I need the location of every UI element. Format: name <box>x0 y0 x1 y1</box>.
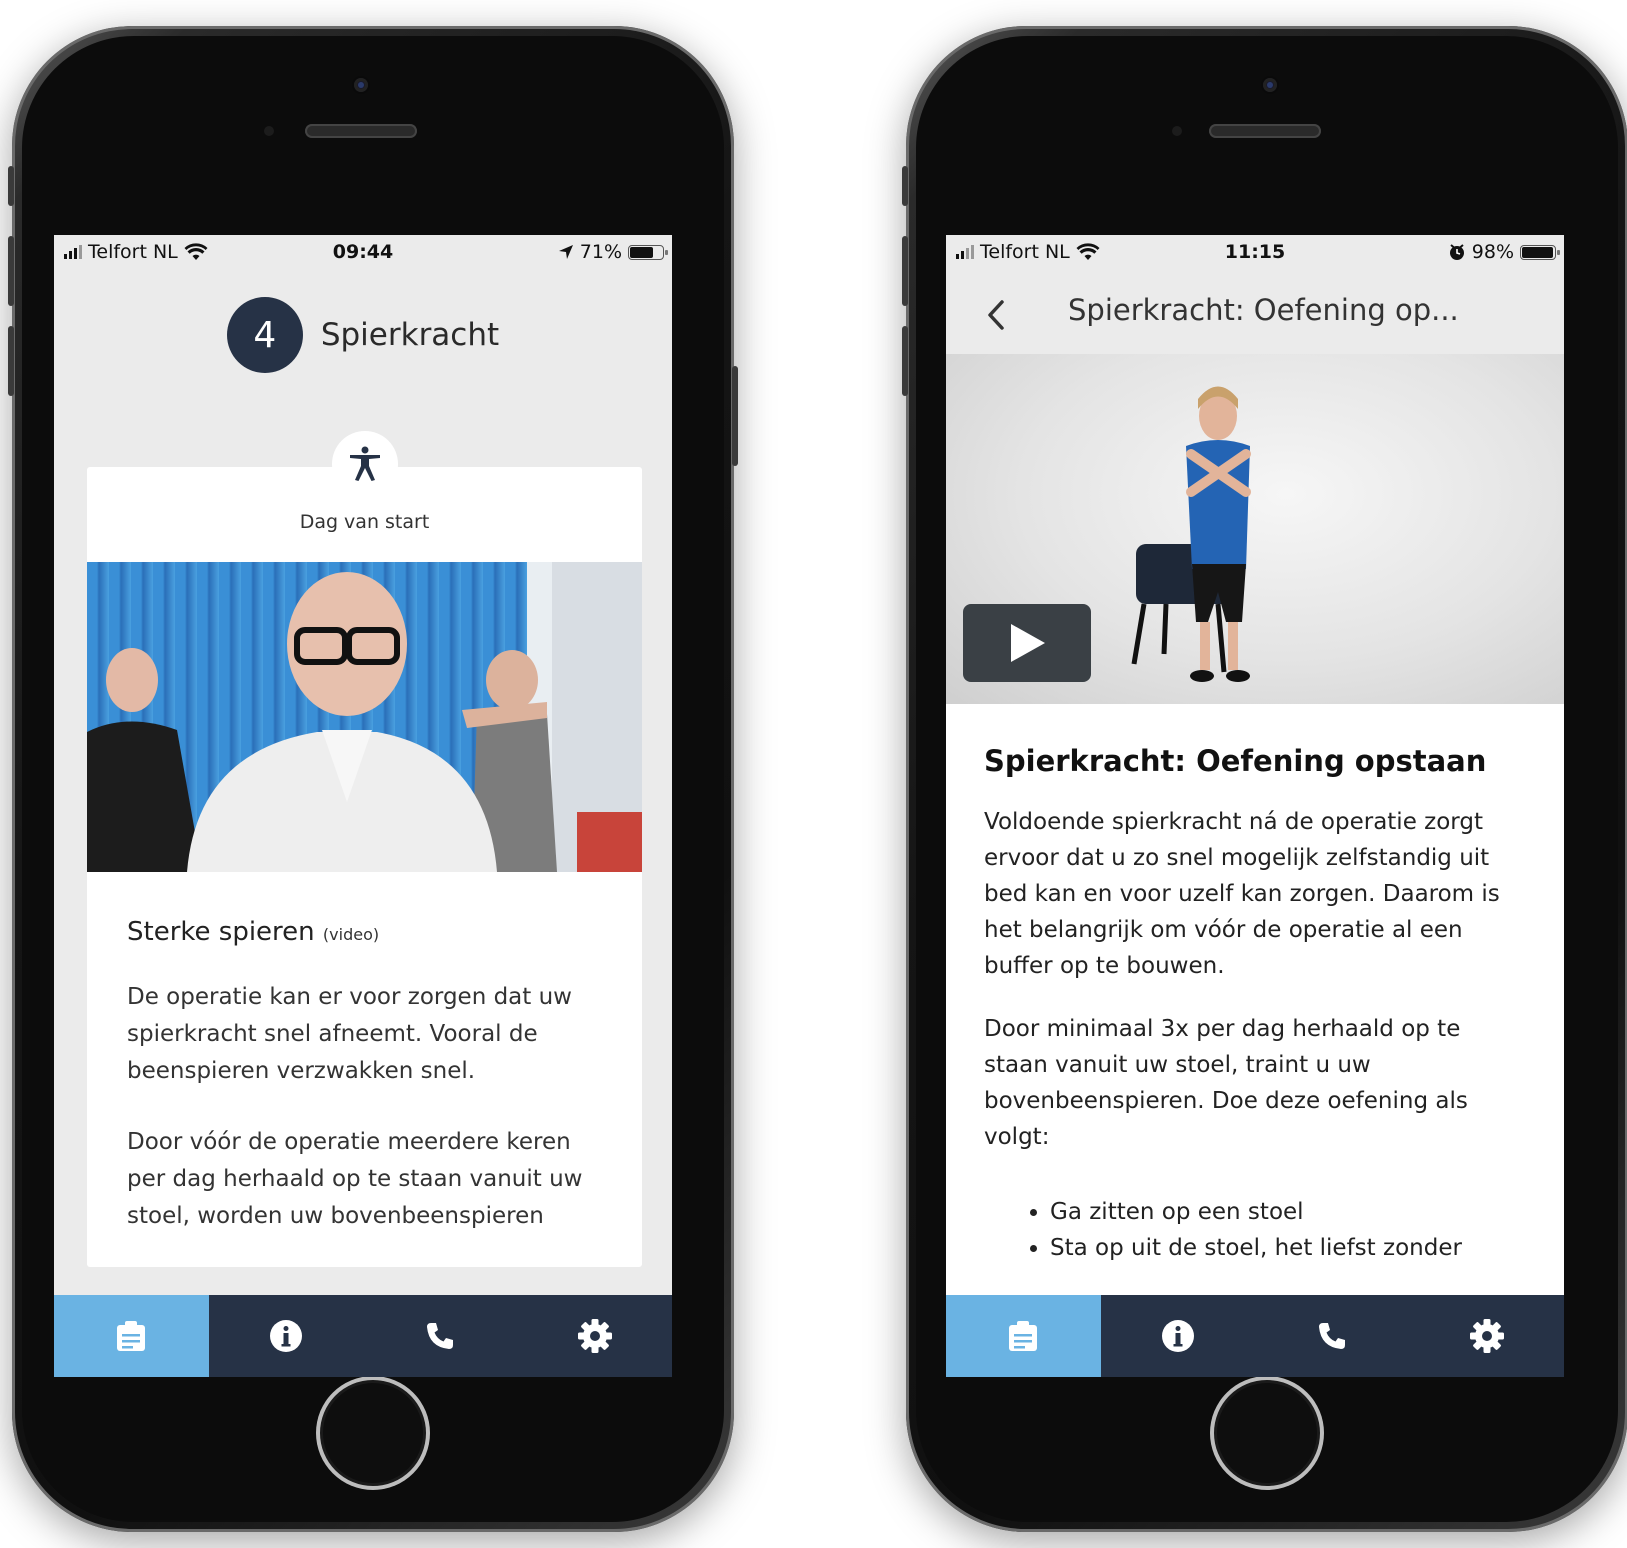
card-heading: Sterke spieren (video) <box>127 917 379 947</box>
card-heading-note: (video) <box>322 925 380 944</box>
phone-icon <box>427 1323 454 1349</box>
play-button[interactable] <box>963 604 1091 682</box>
exercise-paragraph-2: Door minimaal 3x per dag herhaald op te … <box>984 1016 1468 1150</box>
accessibility-badge <box>332 431 398 497</box>
tab-settings[interactable] <box>1410 1295 1565 1377</box>
nav-title: Spierkracht: Oefening op... <box>1068 293 1459 327</box>
proximity-sensor <box>264 126 274 136</box>
screen-left: Telfort NL 09:44 71% 4 Spierkracht Dag v… <box>54 235 672 1377</box>
tab-bar <box>946 1295 1564 1377</box>
card-heading-text: Sterke spieren <box>127 917 315 947</box>
nav-bar: Spierkracht: Oefening op... <box>946 271 1564 355</box>
battery-icon <box>1520 244 1560 260</box>
tab-info[interactable] <box>1101 1295 1256 1377</box>
battery-icon <box>628 244 668 260</box>
video-player[interactable] <box>946 354 1564 704</box>
exercise-paragraph-1: Voldoende spierkracht ná de operatie zor… <box>984 809 1500 979</box>
step-number-badge: 4 <box>226 297 303 373</box>
volume-down-button <box>902 326 908 396</box>
tab-clipboard[interactable] <box>54 1295 209 1377</box>
list-item: Ga zitten op een stoel <box>1050 1194 1462 1230</box>
mute-switch <box>8 166 14 206</box>
front-camera <box>1263 78 1277 92</box>
battery-percent: 98% <box>1471 241 1514 263</box>
gear-icon <box>577 1319 612 1353</box>
card-paragraph-1: De operatie kan er voor zorgen dat uw sp… <box>127 984 572 1084</box>
tab-phone[interactable] <box>1255 1295 1410 1377</box>
battery-percent: 71% <box>579 241 622 263</box>
gear-icon <box>1469 1319 1504 1353</box>
step-title: Spierkracht <box>320 317 500 353</box>
clipboard-icon <box>1009 1321 1038 1351</box>
phone-icon <box>1319 1323 1346 1349</box>
back-chevron-icon[interactable] <box>986 299 1006 331</box>
volume-up-button <box>8 236 14 306</box>
home-button[interactable] <box>316 1376 430 1490</box>
card-day-label: Dag van start <box>299 511 430 533</box>
volume-up-button <box>902 236 908 306</box>
tab-clipboard[interactable] <box>946 1295 1101 1377</box>
home-button[interactable] <box>1210 1376 1324 1490</box>
tab-info[interactable] <box>209 1295 364 1377</box>
volume-down-button <box>8 326 14 396</box>
card-paragraph-2: Door vóór de operatie meerdere keren per… <box>127 1129 583 1229</box>
status-bar: Telfort NL 11:15 98% <box>946 235 1564 271</box>
lesson-card[interactable]: Dag van start Sterke spieren (video) De … <box>87 467 642 1267</box>
screen-right: Telfort NL 11:15 98% Spierkracht: Oefeni… <box>946 235 1564 1377</box>
tab-phone[interactable] <box>363 1295 518 1377</box>
phone-left: Telfort NL 09:44 71% 4 Spierkracht Dag v… <box>8 26 738 1532</box>
proximity-sensor <box>1172 126 1182 136</box>
earpiece-speaker <box>305 124 417 138</box>
tab-settings[interactable] <box>518 1295 673 1377</box>
mute-switch <box>902 166 908 206</box>
video-scene <box>87 562 642 872</box>
location-arrow-icon <box>558 245 573 259</box>
play-icon <box>1011 624 1045 662</box>
phone-right: Telfort NL 11:15 98% Spierkracht: Oefeni… <box>902 26 1627 1532</box>
person-icon <box>350 446 380 481</box>
video-thumbnail[interactable] <box>87 562 642 872</box>
clipboard-icon <box>117 1321 146 1351</box>
front-camera <box>354 78 368 92</box>
exercise-content: Spierkracht: Oefening opstaan Voldoende … <box>946 704 1564 1304</box>
power-button <box>732 366 738 466</box>
list-item: Sta op uit de stoel, het liefst zonder <box>1050 1230 1462 1266</box>
exercise-steps-list: Ga zitten op een stoel Sta op uit de sto… <box>984 1194 1462 1266</box>
step-header: 4 Spierkracht <box>54 295 672 375</box>
info-icon <box>1161 1320 1194 1352</box>
exercise-heading: Spierkracht: Oefening opstaan <box>984 744 1487 778</box>
alarm-icon <box>1449 244 1464 260</box>
tab-bar <box>54 1295 672 1377</box>
info-icon <box>269 1320 302 1352</box>
status-bar: Telfort NL 09:44 71% <box>54 235 672 271</box>
earpiece-speaker <box>1209 124 1321 138</box>
